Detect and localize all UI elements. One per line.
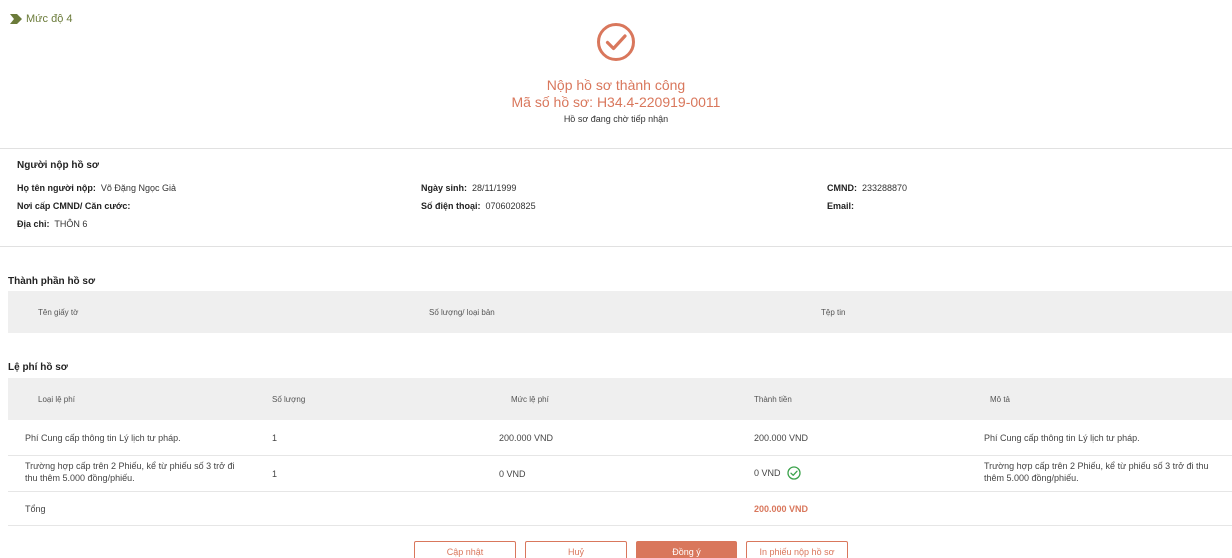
dob-label: Ngày sinh:: [421, 183, 468, 193]
column-header: Tệp tin: [821, 308, 846, 317]
name-label: Họ tên người nộp:: [17, 183, 96, 193]
fee-type: Trường hợp cấp trên 2 Phiếu, kể từ phiếu…: [25, 461, 235, 483]
applicant-dob: Ngày sinh: 28/11/1999: [421, 183, 516, 193]
applicant-email: Email:: [827, 201, 857, 211]
applicant-id: CMND: 233288870: [827, 183, 907, 193]
fee-amount: 200.000 VND: [754, 433, 809, 443]
email-label: Email:: [827, 201, 855, 211]
fee-qty: 1: [272, 469, 278, 479]
column-header: Số lượng/ loại bản: [429, 308, 495, 317]
applicant-name: Họ tên người nộp: Võ Đặng Ngọc Giả: [17, 183, 176, 193]
address-value: THÔN 6: [54, 219, 88, 229]
id-label: CMND:: [827, 183, 857, 193]
fee-desc: Trường hợp cấp trên 2 Phiếu, kể từ phiếu…: [984, 461, 1209, 483]
name-value: Võ Đặng Ngọc Giả: [100, 183, 176, 193]
fee-rate: 0 VND: [499, 469, 526, 479]
column-header: Thành tiền: [754, 395, 792, 404]
column-header: Loại lệ phí: [38, 395, 75, 404]
dob-value: 28/11/1999: [472, 183, 517, 193]
success-block: Nộp hồ sơ thành công Mã số hồ sơ: H34.4-…: [0, 22, 1232, 124]
column-header: Tên giấy tờ: [38, 308, 79, 317]
status-subtitle: Hồ sơ đang chờ tiếp nhận: [563, 114, 669, 124]
print-receipt-button[interactable]: In phiếu nộp hồ sơ: [746, 541, 848, 558]
phone-label: Số điện thoại:: [421, 201, 481, 211]
applicant-heading: Người nộp hồ sơ: [17, 160, 100, 171]
column-header: Mức lệ phí: [511, 395, 549, 404]
divider: [0, 148, 1232, 149]
total-label: Tổng: [25, 504, 46, 514]
application-code: Mã số hồ sơ: H34.4-220919-0011: [511, 94, 721, 110]
fee-amount: 0 VND: [754, 468, 781, 478]
success-check-icon: [597, 23, 635, 61]
cancel-button[interactable]: Huỷ: [525, 541, 627, 558]
documents-heading: Thành phần hồ sơ: [8, 276, 96, 287]
divider: [0, 246, 1232, 247]
success-title: Nộp hồ sơ thành công: [546, 77, 686, 93]
fee-type: Phí Cung cấp thông tin Lý lịch tư pháp.: [25, 433, 181, 443]
fee-qty: 1: [272, 433, 278, 443]
fee-amount-cell: 0 VND: [754, 466, 801, 480]
total-value: 200.000 VND: [754, 504, 809, 514]
documents-table-header: Tên giấy tờ Số lượng/ loại bản Tệp tin: [8, 291, 1232, 333]
applicant-issue-place: Nơi cấp CMND/ Căn cước:: [17, 201, 133, 211]
fee-desc: Phí Cung cấp thông tin Lý lịch tư pháp.: [984, 433, 1140, 443]
table-row-total: Tổng 200.000 VND: [8, 492, 1232, 526]
fees-table-header: Loại lệ phí Số lượng Mức lệ phí Thành ti…: [8, 378, 1232, 420]
agree-button[interactable]: Đồng ý: [636, 541, 737, 558]
fees-heading: Lệ phí hồ sơ: [8, 362, 68, 373]
applicant-address: Địa chỉ: THÔN 6: [17, 219, 87, 229]
update-button[interactable]: Cập nhật: [414, 541, 516, 558]
issue-label: Nơi cấp CMND/ Căn cước:: [17, 201, 131, 211]
fee-rate: 200.000 VND: [499, 433, 554, 443]
address-label: Địa chỉ:: [17, 219, 50, 229]
column-header: Mô tả: [990, 395, 1011, 404]
table-row: Phí Cung cấp thông tin Lý lịch tư pháp. …: [8, 420, 1232, 456]
id-value: 233288870: [862, 183, 908, 193]
table-row: Trường hợp cấp trên 2 Phiếu, kể từ phiếu…: [8, 456, 1232, 492]
applicant-phone: Số điện thoại: 0706020825: [421, 201, 536, 211]
phone-value: 0706020825: [485, 201, 536, 211]
column-header: Số lượng: [272, 395, 306, 404]
check-circle-icon: [786, 466, 801, 480]
